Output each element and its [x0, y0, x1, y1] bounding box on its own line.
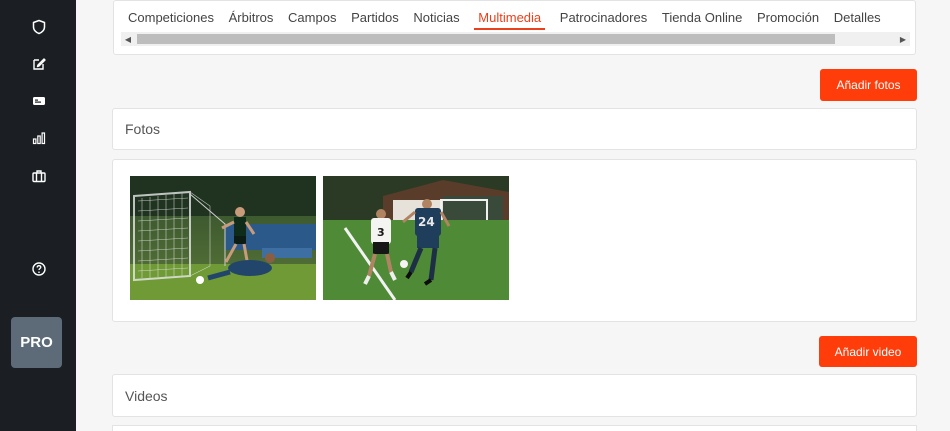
tab-bar: Competiciones Árbitros Campos Partidos N…: [128, 10, 892, 30]
tab-tienda-online[interactable]: Tienda Online: [662, 10, 742, 28]
player-number: 24: [418, 215, 435, 229]
football-players-running-photo: 3 24: [323, 176, 509, 300]
tab-campos[interactable]: Campos: [288, 10, 336, 28]
edit-icon[interactable]: [29, 54, 49, 74]
scroll-left-icon[interactable]: ◀: [121, 32, 135, 46]
tab-detalles[interactable]: Detalles: [834, 10, 881, 28]
scroll-thumb[interactable]: [137, 34, 835, 44]
scroll-right-icon[interactable]: ▶: [896, 32, 910, 46]
add-photos-button[interactable]: Añadir fotos: [820, 69, 917, 101]
photos-title: Fotos: [125, 121, 161, 137]
tabs-card: Competiciones Árbitros Campos Partidos N…: [113, 0, 916, 55]
add-video-button[interactable]: Añadir video: [819, 336, 917, 367]
tab-partidos[interactable]: Partidos: [351, 10, 399, 28]
tab-promocion[interactable]: Promoción: [757, 10, 819, 28]
tab-arbitros[interactable]: Árbitros: [229, 10, 274, 28]
tab-noticias[interactable]: Noticias: [413, 10, 459, 28]
photo-gallery: 3 24: [112, 159, 917, 322]
svg-text:3: 3: [377, 226, 385, 239]
videos-section-header: Videos: [112, 374, 917, 417]
pro-badge[interactable]: PRO: [11, 317, 62, 368]
main-content: Competiciones Árbitros Campos Partidos N…: [76, 0, 950, 431]
horizontal-scrollbar[interactable]: ◀ ▶: [121, 32, 910, 46]
shield-icon[interactable]: [29, 17, 49, 37]
photo-thumbnail[interactable]: [130, 176, 316, 300]
sidebar: PRO: [0, 0, 76, 431]
bar-chart-icon[interactable]: [29, 128, 49, 148]
videos-card: [112, 425, 917, 431]
football-goal-save-photo: [130, 176, 316, 300]
tab-competiciones[interactable]: Competiciones: [128, 10, 214, 28]
tab-multimedia[interactable]: Multimedia: [474, 10, 546, 30]
briefcase-icon[interactable]: [29, 166, 49, 186]
photo-thumbnail[interactable]: 3 24: [323, 176, 509, 300]
tab-patrocinadores[interactable]: Patrocinadores: [560, 10, 647, 28]
id-card-icon[interactable]: [29, 91, 49, 111]
help-icon[interactable]: [29, 259, 49, 279]
videos-title: Videos: [125, 387, 168, 404]
photos-section-header: Fotos: [112, 108, 917, 150]
